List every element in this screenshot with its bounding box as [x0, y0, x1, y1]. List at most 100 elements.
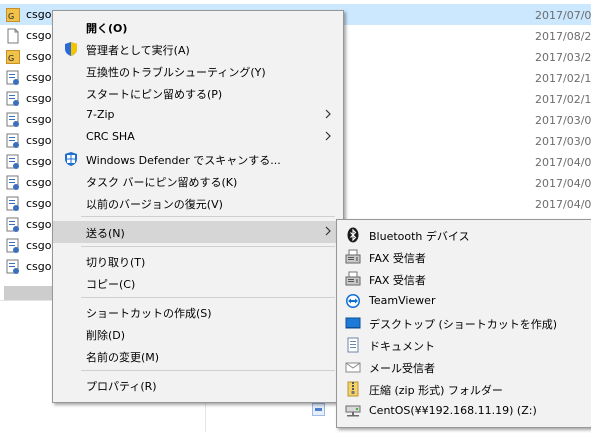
file-name: csgo: [26, 113, 52, 126]
file-date: 2017/07/08: [535, 9, 591, 22]
csgo-exe-icon: G: [6, 8, 20, 22]
desktop-icon: [345, 317, 361, 329]
menu-item-label: ショートカットの作成(S): [86, 307, 212, 320]
send-to-label: デスクトップ (ショートカットを作成): [369, 318, 558, 331]
chevron-right-icon: [325, 131, 331, 141]
menu-item-pin-to-taskbar[interactable]: タスク バーにピン留めする(K): [53, 170, 343, 192]
menu-item-cut[interactable]: 切り取り(T): [53, 250, 343, 272]
menu-item-rename[interactable]: 名前の変更(M): [53, 345, 343, 367]
menu-item-properties[interactable]: プロパティ(R): [53, 374, 343, 396]
menu-item-label: 7-Zip: [86, 108, 115, 121]
menu-item-label: 名前の変更(M): [86, 351, 160, 364]
mail-icon: [345, 362, 361, 373]
config-file-icon: [6, 175, 19, 190]
chevron-right-icon: [325, 109, 331, 119]
menu-item-label: 切り取り(T): [86, 256, 146, 269]
send-to-item-desktop[interactable]: デスクトップ (ショートカットを作成): [337, 312, 591, 334]
teamviewer-icon: [346, 294, 360, 308]
menu-item-label: プロパティ(R): [86, 380, 157, 393]
menu-item-label: スタートにピン留めする(P): [86, 88, 223, 101]
file-name: csgo: [26, 155, 52, 168]
blank-file-icon: [7, 28, 19, 44]
file-name: csgo: [26, 8, 52, 21]
menu-item-defender-scan[interactable]: Windows Defender でスキャンする...: [53, 148, 343, 170]
menu-item-label: 管理者として実行(A): [86, 44, 190, 57]
menu-item-restore-previous[interactable]: 以前のバージョンの復元(V): [53, 192, 343, 214]
menu-item-label: 送る(N): [86, 227, 125, 240]
file-date: 2017/03/25: [535, 51, 591, 64]
config-file-icon: [6, 196, 19, 211]
file-name: csgo: [26, 239, 52, 252]
send-to-label: 圧縮 (zip 形式) フォルダー: [369, 384, 503, 397]
send-to-item-zip[interactable]: 圧縮 (zip 形式) フォルダー: [337, 378, 591, 400]
config-file-icon: [6, 70, 19, 85]
context-menu: 開く(O) 管理者として実行(A) 互換性のトラブルシューティング(Y) スター…: [52, 10, 344, 403]
menu-separator: [81, 370, 335, 371]
expand-icon[interactable]: [312, 403, 325, 416]
menu-item-delete[interactable]: 削除(D): [53, 323, 343, 345]
menu-separator: [81, 246, 335, 247]
file-name: csgo: [26, 71, 52, 84]
send-to-item-fax[interactable]: FAX 受信者: [337, 246, 591, 268]
send-to-item-mail[interactable]: メール受信者: [337, 356, 591, 378]
send-to-submenu: Bluetooth デバイス FAX 受信者 FAX 受信者 TeamViewe…: [336, 219, 591, 428]
file-name: csgo: [26, 197, 52, 210]
send-to-label: CentOS(¥¥192.168.11.19) (Z:): [369, 404, 537, 417]
menu-item-label: 削除(D): [86, 329, 126, 342]
menu-separator: [81, 216, 335, 217]
file-name: csgo: [26, 176, 52, 189]
windows-defender-icon: [65, 152, 77, 166]
menu-item-run-as-admin[interactable]: 管理者として実行(A): [53, 38, 343, 60]
horizontal-scrollbar-thumb[interactable]: [4, 286, 52, 300]
menu-item-label: Windows Defender でスキャンする...: [86, 154, 281, 167]
send-to-item-bluetooth[interactable]: Bluetooth デバイス: [337, 224, 591, 246]
send-to-label: ドキュメント: [369, 340, 435, 353]
send-to-label: FAX 受信者: [369, 274, 426, 287]
send-to-label: メール受信者: [369, 362, 435, 375]
svg-text:G: G: [8, 54, 14, 63]
menu-item-send-to[interactable]: 送る(N): [53, 221, 343, 243]
send-to-item-network-drive[interactable]: CentOS(¥¥192.168.11.19) (Z:): [337, 400, 591, 422]
network-drive-icon: [345, 405, 361, 417]
file-name: csgo: [26, 92, 52, 105]
file-name: csgo: [26, 134, 52, 147]
file-date: 2017/03/09: [535, 114, 591, 127]
chevron-right-icon: [325, 226, 331, 236]
config-file-icon: [6, 259, 19, 274]
file-date: 2017/02/10: [535, 72, 591, 85]
config-file-icon: [6, 238, 19, 253]
menu-item-crc-sha[interactable]: CRC SHA: [53, 126, 343, 148]
config-file-icon: [6, 133, 19, 148]
menu-item-7zip[interactable]: 7-Zip: [53, 104, 343, 126]
menu-item-create-shortcut[interactable]: ショートカットの作成(S): [53, 301, 343, 323]
menu-item-label: 開く(O): [86, 22, 128, 35]
send-to-item-teamviewer[interactable]: TeamViewer: [337, 290, 591, 312]
menu-item-label: タスク バーにピン留めする(K): [86, 176, 238, 189]
send-to-label: TeamViewer: [369, 294, 436, 307]
file-date: 2017/04/03: [535, 177, 591, 190]
menu-item-label: 互換性のトラブルシューティング(Y): [86, 66, 266, 79]
menu-item-copy[interactable]: コピー(C): [53, 272, 343, 294]
file-date: 2017/04/03: [535, 198, 591, 211]
file-name: csgo: [26, 50, 52, 63]
menu-separator: [81, 297, 335, 298]
menu-item-label: コピー(C): [86, 278, 136, 291]
send-to-item-documents[interactable]: ドキュメント: [337, 334, 591, 356]
fax-icon: [345, 249, 361, 264]
menu-item-label: CRC SHA: [86, 130, 135, 143]
file-date: 2017/02/10: [535, 93, 591, 106]
file-date: 2017/08/22: [535, 30, 591, 43]
file-name: csgo: [26, 218, 52, 231]
file-date: 2017/03/09: [535, 135, 591, 148]
file-name: csgo: [26, 29, 52, 42]
config-file-icon: [6, 112, 19, 127]
menu-item-pin-to-start[interactable]: スタートにピン留めする(P): [53, 82, 343, 104]
menu-item-open[interactable]: 開く(O): [53, 16, 343, 38]
config-file-icon: [6, 91, 19, 106]
zip-folder-icon: [347, 381, 359, 397]
svg-text:G: G: [8, 12, 14, 21]
menu-item-troubleshoot-compat[interactable]: 互換性のトラブルシューティング(Y): [53, 60, 343, 82]
config-file-icon: [6, 217, 19, 232]
send-to-item-fax[interactable]: FAX 受信者: [337, 268, 591, 290]
csgo-exe-icon: G: [6, 50, 20, 64]
